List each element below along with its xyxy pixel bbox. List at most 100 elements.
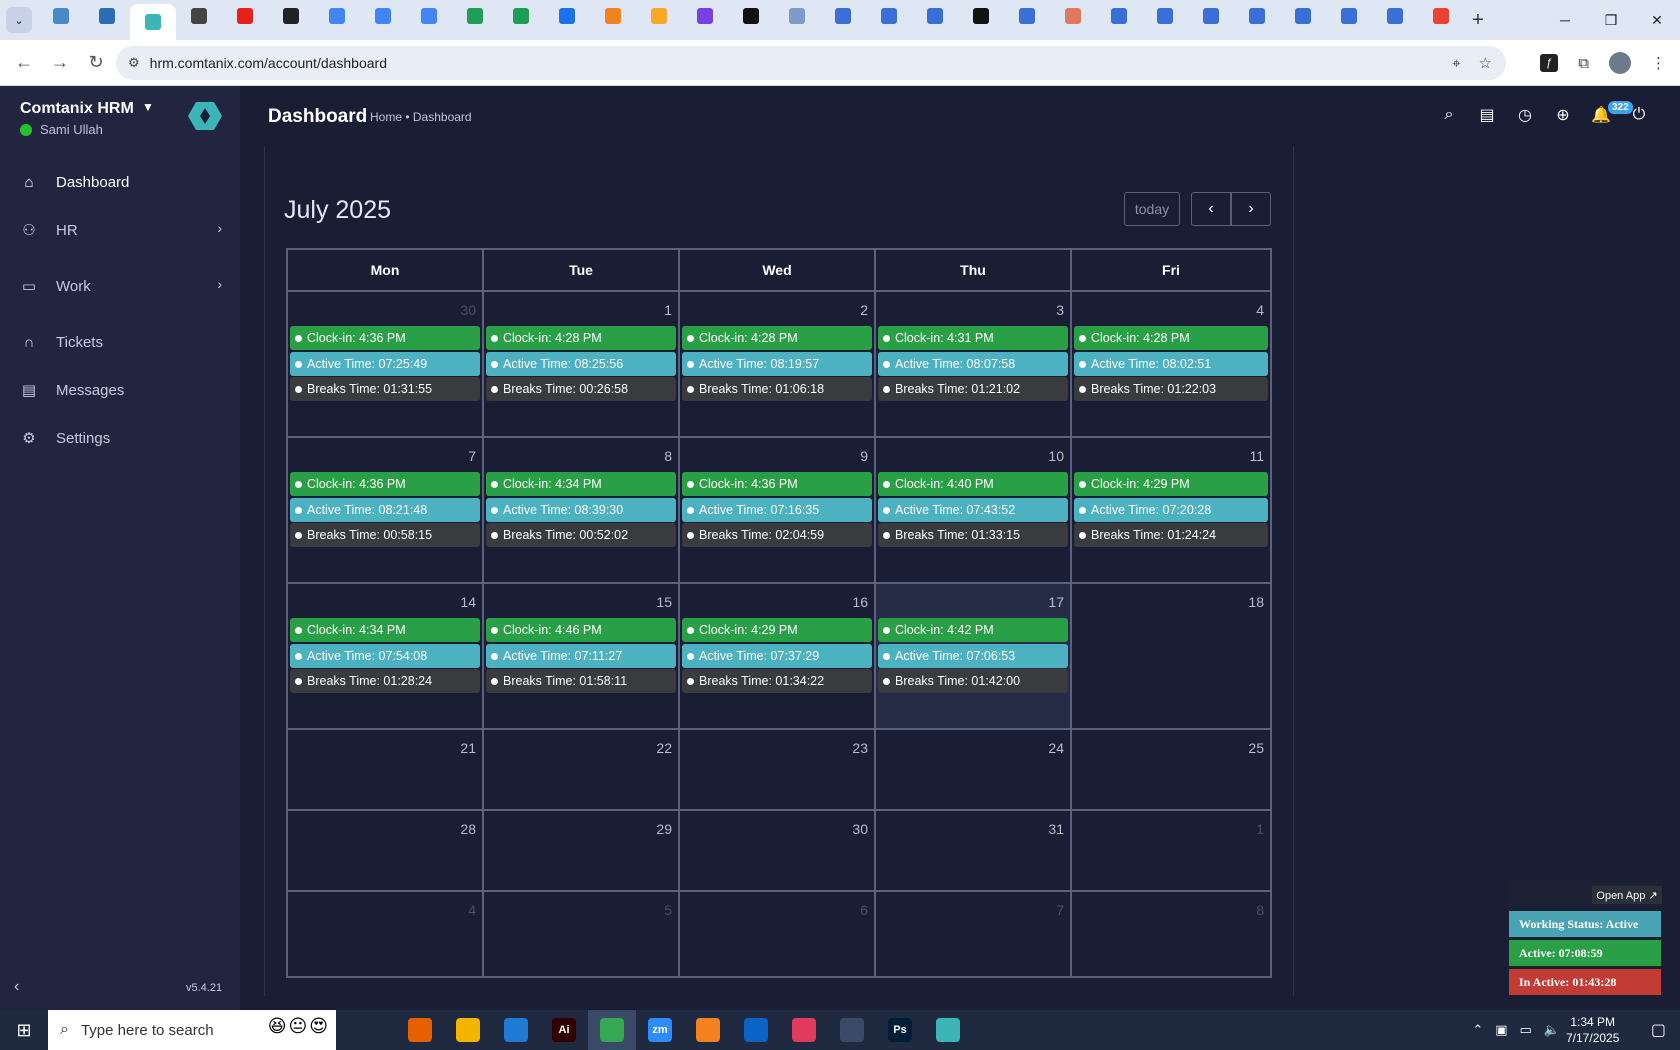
breaks-time-event[interactable]: Breaks Time: 01:58:11 bbox=[486, 669, 676, 693]
day-number[interactable]: 4 bbox=[468, 902, 476, 918]
browser-tab[interactable] bbox=[1418, 0, 1464, 32]
browser-tab[interactable] bbox=[1096, 0, 1142, 32]
calendar-day-cell[interactable]: 6 bbox=[680, 892, 876, 976]
browser-tab[interactable] bbox=[912, 0, 958, 32]
volume-icon[interactable]: 🔈 bbox=[1544, 1022, 1560, 1038]
browser-tab[interactable] bbox=[38, 0, 84, 32]
day-number[interactable]: 8 bbox=[1256, 902, 1264, 918]
day-number[interactable]: 7 bbox=[1056, 902, 1064, 918]
minimize-icon[interactable]: ─ bbox=[1542, 0, 1588, 40]
new-tab-button[interactable]: + bbox=[1464, 9, 1492, 32]
browser-tab[interactable] bbox=[452, 0, 498, 32]
clock-in-event[interactable]: Clock-in: 4:29 PM bbox=[1074, 472, 1268, 496]
back-icon[interactable]: ← bbox=[6, 45, 42, 81]
day-number[interactable]: 21 bbox=[460, 740, 476, 756]
day-number[interactable]: 1 bbox=[664, 302, 672, 318]
network-icon[interactable]: ▭ bbox=[1520, 1022, 1532, 1038]
sidebar-item-work[interactable]: ▭ Work › bbox=[0, 262, 240, 310]
day-number[interactable]: 16 bbox=[852, 594, 868, 610]
calendar-day-cell[interactable]: 3 Clock-in: 4:31 PM Active Time: 08:07:58 B… bbox=[876, 292, 1072, 438]
browser-tab[interactable] bbox=[1280, 0, 1326, 32]
day-number[interactable]: 17 bbox=[1048, 594, 1064, 610]
calendar-day-cell[interactable]: 28 bbox=[288, 811, 484, 892]
taskbar-app[interactable] bbox=[348, 1010, 396, 1050]
calendar-day-cell[interactable]: 23 bbox=[680, 730, 876, 811]
calendar-day-cell[interactable]: 4 bbox=[288, 892, 484, 976]
clock-in-event[interactable]: Clock-in: 4:34 PM bbox=[486, 472, 676, 496]
active-time-event[interactable]: Active Time: 08:39:30 bbox=[486, 498, 676, 522]
sidebar-item-tickets[interactable]: ∩ Tickets bbox=[0, 318, 240, 366]
location-pin-icon[interactable]: ⌖ bbox=[1452, 55, 1460, 72]
close-icon[interactable]: ✕ bbox=[1634, 0, 1680, 40]
calendar-day-cell[interactable]: 29 bbox=[484, 811, 680, 892]
calendar-day-cell[interactable]: 30 Clock-in: 4:36 PM Active Time: 07:25:49… bbox=[288, 292, 484, 438]
browser-tab[interactable] bbox=[1188, 0, 1234, 32]
clock-in-event[interactable]: Clock-in: 4:46 PM bbox=[486, 618, 676, 642]
day-number[interactable]: 9 bbox=[860, 448, 868, 464]
taskbar-app[interactable] bbox=[444, 1010, 492, 1050]
day-number[interactable]: 5 bbox=[664, 902, 672, 918]
taskbar-app[interactable]: Ps bbox=[876, 1010, 924, 1050]
active-time-event[interactable]: Active Time: 07:43:52 bbox=[878, 498, 1068, 522]
open-app-button[interactable]: Open App ↗ bbox=[1592, 886, 1662, 904]
clock-in-event[interactable]: Clock-in: 4:42 PM bbox=[878, 618, 1068, 642]
taskbar-app[interactable] bbox=[492, 1010, 540, 1050]
browser-menu-icon[interactable]: ⋮ bbox=[1651, 54, 1666, 72]
day-number[interactable]: 23 bbox=[852, 740, 868, 756]
bookmark-star-icon[interactable]: ☆ bbox=[1479, 54, 1492, 72]
taskbar-search[interactable]: ⌕ Type here to search 😆 😐 😍 bbox=[48, 1010, 336, 1050]
breaks-time-event[interactable]: Breaks Time: 01:06:18 bbox=[682, 377, 872, 401]
taskbar-app[interactable] bbox=[924, 1010, 972, 1050]
calendar-day-cell[interactable]: 7 Clock-in: 4:36 PM Active Time: 08:21:48 B… bbox=[288, 438, 484, 584]
windows-start-icon[interactable]: ⊞ bbox=[0, 1010, 48, 1050]
sidebar-item-dashboard[interactable]: ⌂ Dashboard bbox=[0, 158, 240, 206]
sidebar-item-messages[interactable]: ▤ Messages bbox=[0, 366, 240, 414]
breaks-time-event[interactable]: Breaks Time: 01:33:15 bbox=[878, 523, 1068, 547]
active-time-event[interactable]: Active Time: 07:37:29 bbox=[682, 644, 872, 668]
breaks-time-event[interactable]: Breaks Time: 00:52:02 bbox=[486, 523, 676, 547]
taskbar-clock[interactable]: 1:34 PM 7/17/2025 bbox=[1566, 1014, 1619, 1046]
day-number[interactable]: 4 bbox=[1256, 302, 1264, 318]
breaks-time-event[interactable]: Breaks Time: 01:28:24 bbox=[290, 669, 480, 693]
taskbar-app[interactable]: zm bbox=[636, 1010, 684, 1050]
clock-icon[interactable]: ◷ bbox=[1514, 104, 1536, 126]
calendar-day-cell[interactable]: 8 Clock-in: 4:34 PM Active Time: 08:39:30 B… bbox=[484, 438, 680, 584]
clock-in-event[interactable]: Clock-in: 4:36 PM bbox=[290, 326, 480, 350]
notes-icon[interactable]: ▤ bbox=[1476, 104, 1498, 126]
action-center-icon[interactable]: ▢ bbox=[1651, 1020, 1666, 1040]
clock-in-event[interactable]: Clock-in: 4:28 PM bbox=[1074, 326, 1268, 350]
day-number[interactable]: 7 bbox=[468, 448, 476, 464]
address-bar[interactable]: ⚙ hrm.comtanix.com/account/dashboard ⌖ ☆ bbox=[116, 46, 1506, 80]
calendar-day-cell[interactable]: 31 bbox=[876, 811, 1072, 892]
active-time-event[interactable]: Active Time: 07:20:28 bbox=[1074, 498, 1268, 522]
active-time-event[interactable]: Active Time: 08:25:56 bbox=[486, 352, 676, 376]
day-number[interactable]: 15 bbox=[656, 594, 672, 610]
previous-month-button[interactable]: ‹ bbox=[1191, 192, 1231, 226]
browser-tab[interactable] bbox=[682, 0, 728, 32]
today-button[interactable]: today bbox=[1124, 192, 1180, 226]
chevron-down-icon[interactable]: ▼ bbox=[142, 100, 154, 114]
breaks-time-event[interactable]: Breaks Time: 00:26:58 bbox=[486, 377, 676, 401]
breaks-time-event[interactable]: Breaks Time: 01:31:55 bbox=[290, 377, 480, 401]
add-icon[interactable]: ⊕ bbox=[1552, 104, 1574, 126]
taskbar-app[interactable] bbox=[828, 1010, 876, 1050]
calendar-day-cell[interactable]: 24 bbox=[876, 730, 1072, 811]
active-time-event[interactable]: Active Time: 07:25:49 bbox=[290, 352, 480, 376]
clock-in-event[interactable]: Clock-in: 4:28 PM bbox=[486, 326, 676, 350]
clock-in-event[interactable]: Clock-in: 4:40 PM bbox=[878, 472, 1068, 496]
clock-in-event[interactable]: Clock-in: 4:36 PM bbox=[290, 472, 480, 496]
restore-icon[interactable]: ❐ bbox=[1588, 0, 1634, 40]
calendar-day-cell[interactable]: 5 bbox=[484, 892, 680, 976]
day-number[interactable]: 30 bbox=[460, 302, 476, 318]
site-settings-icon[interactable]: ⚙ bbox=[128, 55, 140, 71]
day-number[interactable]: 8 bbox=[664, 448, 672, 464]
taskbar-app[interactable] bbox=[780, 1010, 828, 1050]
calendar-day-cell[interactable]: 8 bbox=[1072, 892, 1270, 976]
day-number[interactable]: 22 bbox=[656, 740, 672, 756]
tray-chevron-up-icon[interactable]: ⌃ bbox=[1472, 1022, 1483, 1038]
breaks-time-event[interactable]: Breaks Time: 01:21:02 bbox=[878, 377, 1068, 401]
breaks-time-event[interactable]: Breaks Time: 02:04:59 bbox=[682, 523, 872, 547]
active-time-event[interactable]: Active Time: 08:19:57 bbox=[682, 352, 872, 376]
browser-tab[interactable] bbox=[314, 0, 360, 32]
day-number[interactable]: 6 bbox=[860, 902, 868, 918]
